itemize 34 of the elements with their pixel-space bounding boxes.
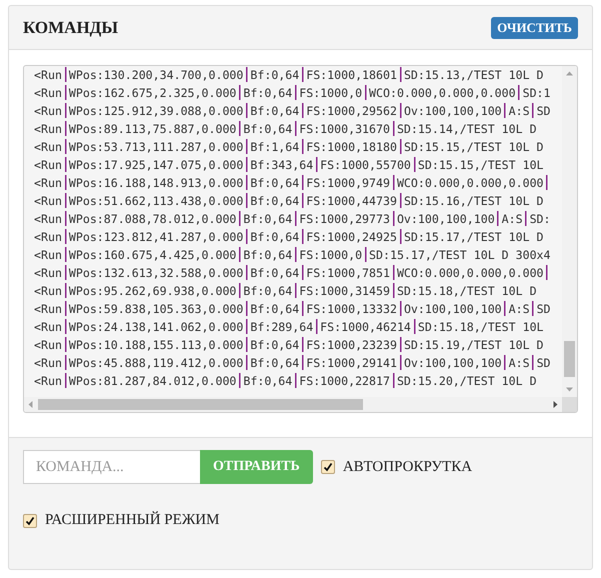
scrollbar-corner: [562, 397, 577, 412]
checkbox-label[interactable]: АВТОПРОКРУТКА: [342, 458, 472, 476]
log-line: <Run WPos:130.200,34.700,0.000 Bf:0,64 FS:1000,18601 SD:15.13,/TEST 10L D: [34, 66, 545, 84]
log-line: <Run WPos:45.888,119.412,0.000 Bf:0,64 FS:1000,29141 Ov:100,100,100 A:S SD: [34, 354, 552, 372]
log-line: <Run WPos:81.287,84.012,0.000 Bf:0,64 FS:1000,22817 SD:15.20,/TEST 10L D: [34, 372, 538, 390]
log-line: <Run WPos:125.912,39.088,0.000 Bf:0,64 FS:1000,29562 Ov:100,100,100 A:S SD: [34, 102, 552, 120]
log-line: <Run WPos:160.675,4.425,0.000 Bf:0,64 FS:1000,0 SD:15.17,/TEST 10L D 300x4: [34, 246, 552, 264]
checkbox[interactable]: [23, 514, 37, 528]
log-line: <Run WPos:59.838,105.363,0.000 Bf:0,64 FS:1000,13332 Ov:100,100,100 A:S SD: [34, 300, 552, 318]
scroll-thumb[interactable]: [564, 341, 575, 377]
scroll-down-icon[interactable]: [566, 386, 573, 393]
scroll-right-icon[interactable]: [552, 401, 559, 408]
scroll-thumb[interactable]: [38, 399, 363, 410]
horizontal-scrollbar[interactable]: [24, 397, 562, 412]
log-line: <Run WPos:53.713,111.287,0.000 Bf:1,64 FS:1000,18180 SD:15.15,/TEST 10L D: [34, 138, 545, 156]
log-line: <Run WPos:132.613,32.588,0.000 Bf:0,64 FS:1000,7851 WCO:0.000,0.000,0.000: [34, 264, 562, 282]
log-line: <Run WPos:51.662,113.438,0.000 Bf:0,64 FS:1000,44739 SD:15.16,/TEST 10L D: [34, 192, 545, 210]
checkbox-label[interactable]: РАСШИРЕННЫЙ РЕЖИМ: [45, 512, 220, 529]
log-line: <Run WPos:24.138,141.062,0.000 Bf:289,64 FS:1000,46214 SD:15.18,/TEST 10L: [34, 318, 545, 336]
command-input[interactable]: КОМАНДА...: [23, 450, 200, 484]
log-line: <Run WPos:162.675,2.325,0.000 Bf:0,64 FS:1000,0 WCO:0.000,0.000,0.000 SD:1: [34, 84, 552, 102]
log-line: <Run WPos:17.925,147.075,0.000 Bf:343,64 FS:1000,55700 SD:15.15,/TEST 10L: [34, 156, 545, 174]
scroll-left-icon[interactable]: [27, 401, 34, 408]
checkbox[interactable]: [320, 460, 335, 474]
log-line: <Run WPos:16.188,148.913,0.000 Bf:0,64 FS:1000,9749 WCO:0.000,0.000,0.000: [34, 174, 562, 192]
log-line: <Run WPos:10.188,155.113,0.000 Bf:0,64 FS:1000,23239 SD:15.19,/TEST 10L D: [34, 336, 545, 354]
vertical-scrollbar[interactable]: [562, 66, 577, 397]
log-line: <Run WPos:123.812,41.287,0.000 Bf:0,64 FS:1000,24925 SD:15.17,/TEST 10L D: [34, 228, 545, 246]
clear-button[interactable]: ОЧИСТИТЬ: [491, 16, 578, 38]
log-line: <Run WPos:89.113,75.887,0.000 Bf:0,64 FS:1000,31670 SD:15.14,/TEST 10L D: [34, 120, 538, 138]
log-line: <Run WPos:95.262,69.938,0.000 Bf:0,64 FS:1000,31459 SD:15.18,/TEST 10L D: [34, 282, 538, 300]
panel-title: КОМАНДЫ: [23, 18, 118, 38]
log-line: <Run WPos:87.088,78.012,0.000 Bf:0,64 FS:1000,29773 Ov:100,100,100 A:S SD:: [34, 210, 552, 228]
scroll-up-icon[interactable]: [566, 70, 573, 77]
